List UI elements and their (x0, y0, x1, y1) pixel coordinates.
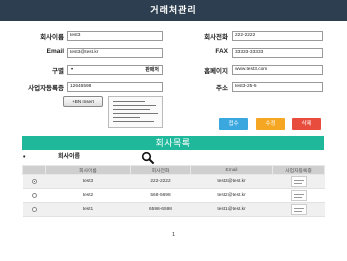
pagination: 1 (0, 232, 347, 238)
table-row[interactable]: test1 6598-6598 test1@test.kr (22, 202, 325, 217)
select-dot-icon: • (71, 67, 74, 73)
address-label: 주소 (216, 85, 228, 92)
column-header-select (22, 165, 46, 175)
delete-button[interactable]: 삭제 (292, 118, 321, 130)
row-email: test1@test.kr (190, 202, 273, 217)
company-name-label: 회사이름 (40, 34, 64, 41)
row-email: test3@test.kr (190, 174, 273, 189)
fax-label: FAX (215, 48, 228, 55)
search-field-value: 회사이름 (58, 154, 81, 160)
search-icon[interactable] (141, 151, 155, 165)
column-header-bizno: 사업자등록증 (272, 165, 325, 175)
bn-insert-button[interactable]: +BN Insert (63, 96, 103, 107)
row-name: test3 (45, 174, 131, 189)
search-row: • 회사이름 (22, 151, 324, 165)
company-phone-input[interactable]: 222-2222 (232, 31, 323, 41)
company-phone-label: 회사전화 (204, 34, 228, 41)
fax-input[interactable]: 33333-33333 (232, 48, 323, 58)
row-select-radio[interactable] (31, 192, 37, 198)
column-header-name: 회사이름 (45, 165, 131, 175)
row-phone: 6598-6598 (130, 202, 191, 217)
type-label: 구별 (52, 68, 64, 75)
row-select-radio[interactable] (31, 206, 37, 212)
type-select-value: 판매처 (145, 67, 159, 73)
table-row[interactable]: test2 568-5698 test2@test.kr (22, 188, 325, 203)
column-header-email: Email (190, 165, 273, 175)
homepage-label: 홈페이지 (204, 68, 228, 75)
edit-button[interactable]: 수정 (256, 118, 285, 130)
bizno-input[interactable]: 12646598 (67, 82, 163, 92)
company-name-input[interactable]: test3 (67, 31, 163, 41)
register-button[interactable]: 접수 (219, 118, 248, 130)
row-phone: 222-2222 (130, 174, 191, 189)
select-dot-icon: • (23, 154, 26, 161)
table-row[interactable]: test3 222-2222 test3@test.kr (22, 174, 325, 189)
column-header-phone: 회사전화 (130, 165, 191, 175)
search-field-select[interactable]: • 회사이름 (22, 152, 132, 163)
row-phone: 568-5698 (130, 188, 191, 203)
type-select[interactable]: • 판매처 (67, 65, 163, 75)
bizno-thumbnail (290, 204, 307, 215)
row-name: test1 (45, 202, 131, 217)
row-email: test2@test.kr (190, 188, 273, 203)
bizno-thumbnail (290, 176, 307, 187)
email-input[interactable]: test3@test.kr (67, 48, 163, 58)
table-header-row: 회사이름 회사전화 Email 사업자등록증 (22, 165, 325, 175)
bizno-label: 사업자등록증 (28, 85, 64, 92)
page-link-current[interactable]: 1 (172, 232, 175, 238)
row-select-radio[interactable] (31, 178, 37, 184)
page-title: 거래처관리 (0, 0, 347, 21)
homepage-input[interactable]: www.test3.com (232, 65, 323, 75)
address-input[interactable]: test3-25-5 (232, 82, 323, 92)
bizno-thumbnail (290, 190, 307, 201)
company-table: 회사이름 회사전화 Email 사업자등록증 test3 222-2222 te… (22, 165, 325, 217)
row-name: test2 (45, 188, 131, 203)
bizno-document-thumbnail (108, 96, 163, 128)
email-label: Email (46, 48, 64, 55)
company-list-title: 회사목록 (22, 136, 324, 150)
